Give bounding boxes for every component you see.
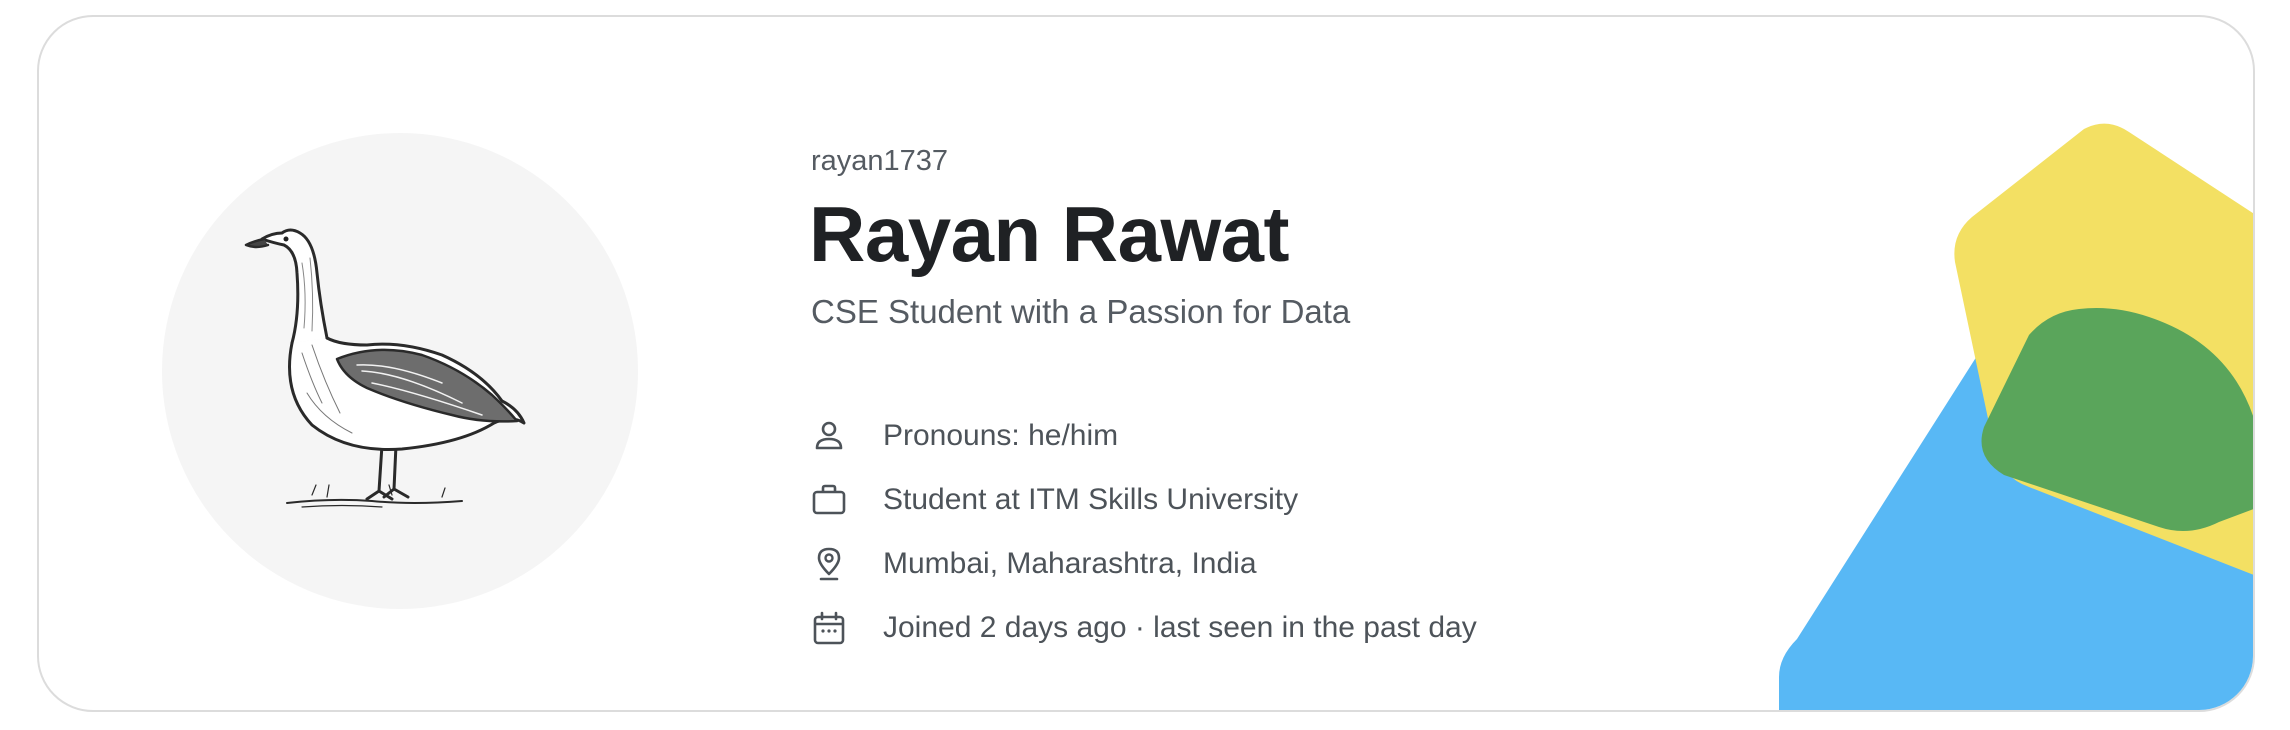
person-icon bbox=[815, 421, 843, 450]
pronouns-text: Pronouns: he/him bbox=[883, 419, 1119, 452]
decor-yellow-shape bbox=[1954, 123, 2253, 575]
briefcase-icon bbox=[812, 484, 846, 515]
username: rayan1737 bbox=[811, 145, 949, 177]
location-row: Mumbai, Maharashtra, India bbox=[811, 544, 1257, 584]
occupation-text: Student at ITM Skills University bbox=[883, 483, 1299, 516]
goose-illustration-icon bbox=[244, 228, 526, 508]
location-pin-icon bbox=[817, 547, 841, 581]
avatar[interactable] bbox=[162, 133, 638, 609]
location-text: Mumbai, Maharashtra, India bbox=[883, 547, 1257, 580]
decor-green-shape bbox=[1981, 308, 2253, 531]
profile-card: rayan1737 Rayan Rawat CSE Student with a… bbox=[37, 15, 2255, 712]
profile-name: Rayan Rawat bbox=[809, 190, 1290, 278]
pronouns-row: Pronouns: he/him bbox=[811, 416, 1118, 456]
activity-row: Joined 2 days ago · last seen in the pas… bbox=[811, 608, 1477, 648]
occupation-row: Student at ITM Skills University bbox=[811, 480, 1298, 520]
calendar-icon bbox=[813, 611, 845, 645]
profile-headline: CSE Student with a Passion for Data bbox=[811, 293, 1351, 330]
activity-text: Joined 2 days ago · last seen in the pas… bbox=[883, 611, 1477, 644]
decor-blue-shape bbox=[1779, 337, 2253, 710]
